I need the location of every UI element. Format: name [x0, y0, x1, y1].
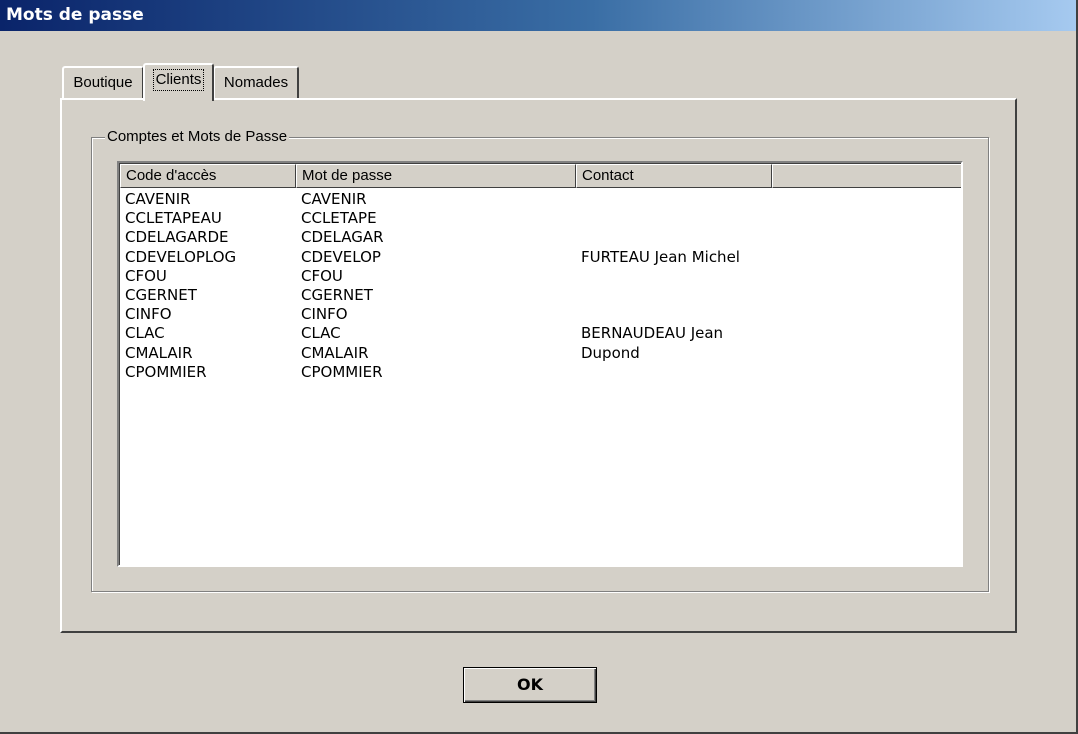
cell-contact: Dupond — [581, 343, 640, 362]
cell-password: CGERNET — [301, 286, 373, 304]
cell-password: CDELAGAR — [301, 228, 384, 247]
column-header-password[interactable]: Mot de passe — [296, 164, 576, 188]
tab-label: Boutique — [73, 74, 133, 91]
cell-password: CINFO — [301, 305, 348, 324]
cell-code: CDEVELOPLOG — [125, 247, 237, 266]
cell-password: CDEVELOP — [301, 247, 381, 266]
cell-code: CLAC — [125, 324, 165, 343]
tab-panel-clients: Comptes et Mots de Passe Code d'accès Mo… — [60, 98, 1017, 633]
list-header: Code d'accès Mot de passe Contact — [120, 164, 961, 188]
list-item[interactable]: CLAC CLAC BERNAUDEAU Jean — [120, 324, 961, 343]
list-item[interactable]: CINFO CINFO — [120, 305, 961, 324]
cell-password: CCLETAPE — [301, 209, 377, 228]
list-body: CAVENIR CAVENIR CCLETAPEAU CCLETAPE CDELAGAR… — [120, 190, 961, 565]
cell-password: CMALAIR — [301, 343, 369, 362]
list-item[interactable]: CCLETAPEAU CCLETAPE — [120, 209, 961, 228]
list-item[interactable]: CDELAGARDE CDELAGAR — [120, 228, 961, 247]
tab-label: Nomades — [223, 74, 289, 91]
tab-clients[interactable]: Clients — [143, 63, 214, 101]
list-item[interactable]: CAVENIR CAVENIR — [120, 190, 961, 209]
cell-code: CDELAGARDE — [125, 228, 229, 247]
cell-contact: FURTEAU Jean Michel — [581, 247, 740, 266]
window-title: Mots de passe — [6, 5, 144, 25]
cell-code: CMALAIR — [125, 343, 193, 362]
title-bar[interactable]: Mots de passe — [0, 0, 1076, 31]
groupbox-legend: Comptes et Mots de Passe — [105, 128, 290, 146]
ok-button[interactable]: OK — [463, 667, 597, 703]
list-item[interactable]: CPOMMIER CPOMMIER — [120, 363, 961, 382]
list-item[interactable]: CDEVELOPLOG CDEVELOP FURTEAU Jean Michel — [120, 248, 961, 267]
cell-code: CCLETAPEAU — [125, 209, 222, 228]
cell-password: CAVENIR — [301, 190, 367, 208]
accounts-groupbox: Comptes et Mots de Passe Code d'accès Mo… — [91, 128, 989, 592]
cell-code: CPOMMIER — [125, 362, 207, 381]
cell-code: CGERNET — [125, 286, 197, 304]
cell-code: CINFO — [125, 305, 172, 324]
tab-label: Clients — [152, 69, 205, 91]
cell-password: CFOU — [301, 266, 343, 285]
dialog-window: Mots de passe Boutique Clients Nomades C… — [0, 0, 1078, 734]
list-item[interactable]: CGERNET CGERNET — [120, 286, 961, 305]
cell-code: CFOU — [125, 266, 167, 285]
accounts-list[interactable]: Code d'accès Mot de passe Contact CAVENI… — [117, 161, 963, 567]
column-header-code[interactable]: Code d'accès — [120, 164, 296, 188]
list-item[interactable]: CFOU CFOU — [120, 267, 961, 286]
list-item[interactable]: CMALAIR CMALAIR Dupond — [120, 344, 961, 363]
column-header-empty[interactable] — [772, 164, 961, 188]
cell-password: CLAC — [301, 324, 341, 343]
cell-password: CPOMMIER — [301, 362, 383, 381]
cell-contact: BERNAUDEAU Jean — [581, 324, 724, 343]
cell-code: CAVENIR — [125, 190, 191, 208]
column-header-contact[interactable]: Contact — [576, 164, 772, 188]
tab-boutique[interactable]: Boutique — [62, 66, 144, 98]
tab-nomades[interactable]: Nomades — [213, 66, 299, 98]
